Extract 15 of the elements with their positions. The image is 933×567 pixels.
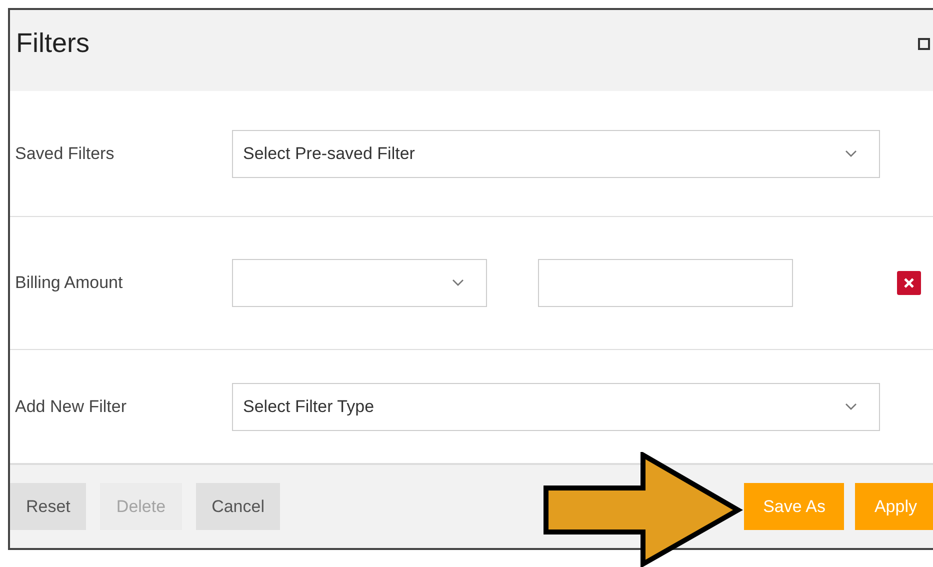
- chevron-down-icon: [845, 150, 857, 158]
- chevron-down-icon: [845, 402, 857, 410]
- dropdown-field[interactable]: Select Filter Type: [232, 382, 880, 430]
- dialog-title: Filters: [16, 28, 90, 59]
- amount-input[interactable]: [538, 259, 793, 307]
- remove-icon[interactable]: [897, 271, 921, 295]
- action-button[interactable]: Reset: [10, 483, 86, 530]
- maximize-icon[interactable]: [918, 38, 930, 50]
- dropdown-field[interactable]: [232, 259, 487, 307]
- chevron-down-icon: [452, 279, 464, 287]
- field-label: Add New Filter: [15, 396, 128, 416]
- action-button[interactable]: Cancel: [196, 483, 280, 530]
- field-label: Billing Amount: [15, 273, 124, 293]
- field-label: Saved Filters: [15, 144, 116, 164]
- dropdown-field[interactable]: Select Pre-saved Filter: [232, 130, 880, 178]
